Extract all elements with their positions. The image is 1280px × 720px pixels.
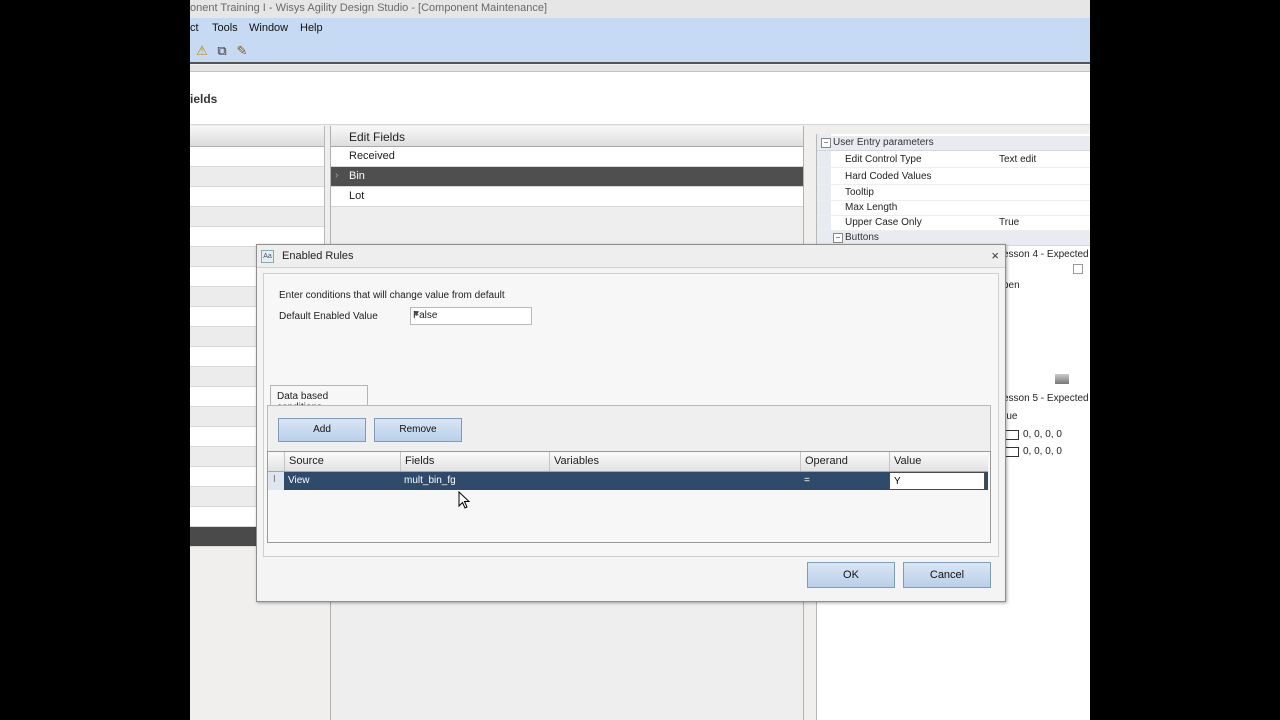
left-grid-header bbox=[190, 126, 324, 147]
menu-tools[interactable]: Tools bbox=[212, 22, 238, 34]
cell-operand[interactable]: = bbox=[800, 472, 888, 490]
row-pointer-icon: › bbox=[335, 170, 339, 181]
left-grid-row[interactable] bbox=[190, 147, 324, 167]
category-user-entry[interactable]: − User Entry parameters bbox=[817, 136, 1090, 151]
left-grid-row[interactable] bbox=[190, 167, 324, 187]
collapse-icon[interactable]: − bbox=[833, 233, 843, 243]
default-enabled-label: Default Enabled Value bbox=[279, 311, 378, 322]
edit-field-row[interactable]: Received bbox=[331, 147, 803, 167]
dialog-app-icon: Aa bbox=[261, 250, 274, 263]
edit-field-label: Lot bbox=[349, 190, 365, 202]
row-selector-header bbox=[268, 452, 284, 471]
cell-fields[interactable]: mult_bin_fg bbox=[400, 472, 548, 490]
checkbox[interactable] bbox=[1073, 264, 1083, 274]
column-source[interactable]: Source bbox=[284, 452, 400, 471]
column-variables[interactable]: Variables bbox=[549, 452, 800, 471]
cell-variables[interactable] bbox=[549, 472, 799, 490]
menu-project[interactable]: ct bbox=[190, 22, 199, 34]
condition-row[interactable]: I View mult_bin_fg = Y bbox=[268, 472, 988, 490]
column-value[interactable]: Value bbox=[889, 452, 989, 471]
warning-icon[interactable]: ⚠ bbox=[194, 43, 210, 59]
column-operand[interactable]: Operand bbox=[800, 452, 889, 471]
conditions-grid: Source Fields Variables Operand Value I … bbox=[267, 451, 991, 543]
cancel-button[interactable]: Cancel bbox=[903, 562, 991, 588]
page-title: ields bbox=[190, 92, 218, 106]
menu-help[interactable]: Help bbox=[300, 22, 323, 34]
menu-bar: ct Tools Window Help bbox=[190, 18, 1090, 40]
dialog-titlebar: Aa Enabled Rules × bbox=[257, 245, 1005, 268]
window-title: onent Training I - Wisys Agility Design … bbox=[190, 2, 548, 14]
instructions-text: Enter conditions that will change value … bbox=[279, 290, 505, 301]
color-value: 0, 0, 0, 0 bbox=[1023, 429, 1062, 440]
left-grid-row[interactable] bbox=[190, 187, 324, 207]
page-header: ields bbox=[190, 72, 1090, 125]
property-row[interactable]: Edit Control Type Text edit bbox=[817, 152, 1090, 168]
toolbar: ⚠ ⧉ ✎ bbox=[190, 40, 1090, 64]
property-row[interactable]: Max Length bbox=[817, 200, 1090, 216]
color-value: 0, 0, 0, 0 bbox=[1023, 446, 1062, 457]
add-button[interactable]: Add bbox=[278, 418, 366, 442]
edit-fields-title: Edit Fields bbox=[349, 130, 406, 144]
edit-field-row[interactable]: › Bin bbox=[331, 167, 803, 187]
app-window: onent Training I - Wisys Agility Design … bbox=[190, 0, 1090, 720]
chevron-down-icon: ▼ bbox=[413, 311, 420, 318]
cell-source[interactable]: View bbox=[284, 472, 399, 490]
edit-fields-header: Edit Fields bbox=[331, 126, 803, 147]
ok-button[interactable]: OK bbox=[807, 562, 895, 588]
edit-field-label: Bin bbox=[349, 170, 365, 182]
property-row[interactable]: Hard Coded Values bbox=[817, 169, 1090, 185]
collapse-icon[interactable]: − bbox=[821, 138, 831, 148]
image-icon[interactable] bbox=[1055, 374, 1069, 384]
mouse-pointer-icon bbox=[458, 491, 470, 509]
color-swatch-icon bbox=[1005, 447, 1019, 457]
edit-cursor-icon: I bbox=[273, 474, 276, 485]
left-grid-row[interactable] bbox=[190, 207, 324, 227]
remove-button[interactable]: Remove bbox=[374, 418, 462, 442]
dialog-title: Enabled Rules bbox=[282, 250, 354, 262]
property-row[interactable]: Upper Case Only True bbox=[817, 215, 1090, 231]
tab-strip bbox=[190, 65, 1090, 72]
tab-data-based-conditions[interactable]: Data based conditions bbox=[270, 385, 368, 413]
default-enabled-select[interactable]: False ▼ bbox=[410, 307, 532, 325]
menu-window[interactable]: Window bbox=[249, 22, 288, 34]
close-icon[interactable]: × bbox=[991, 248, 999, 263]
pencil-icon[interactable]: ✎ bbox=[234, 43, 250, 59]
column-fields[interactable]: Fields bbox=[400, 452, 549, 471]
row-selector[interactable]: I bbox=[268, 472, 284, 490]
cell-value-editor[interactable]: Y bbox=[889, 472, 985, 490]
conditions-grid-header: Source Fields Variables Operand Value bbox=[268, 452, 988, 472]
color-swatch-icon bbox=[1005, 430, 1019, 440]
enabled-rules-dialog: Aa Enabled Rules × Enter conditions that… bbox=[256, 244, 1006, 602]
property-row[interactable]: Tooltip bbox=[817, 185, 1090, 201]
lesson5-label: esson 5 - Expected R bbox=[1003, 393, 1090, 404]
edit-field-label: Received bbox=[349, 150, 395, 162]
lesson4-label: esson 4 - Expected R bbox=[1003, 249, 1090, 260]
window-titlebar: onent Training I - Wisys Agility Design … bbox=[190, 0, 1090, 19]
windows-icon[interactable]: ⧉ bbox=[214, 43, 230, 59]
edit-field-row[interactable]: Lot bbox=[331, 187, 803, 207]
